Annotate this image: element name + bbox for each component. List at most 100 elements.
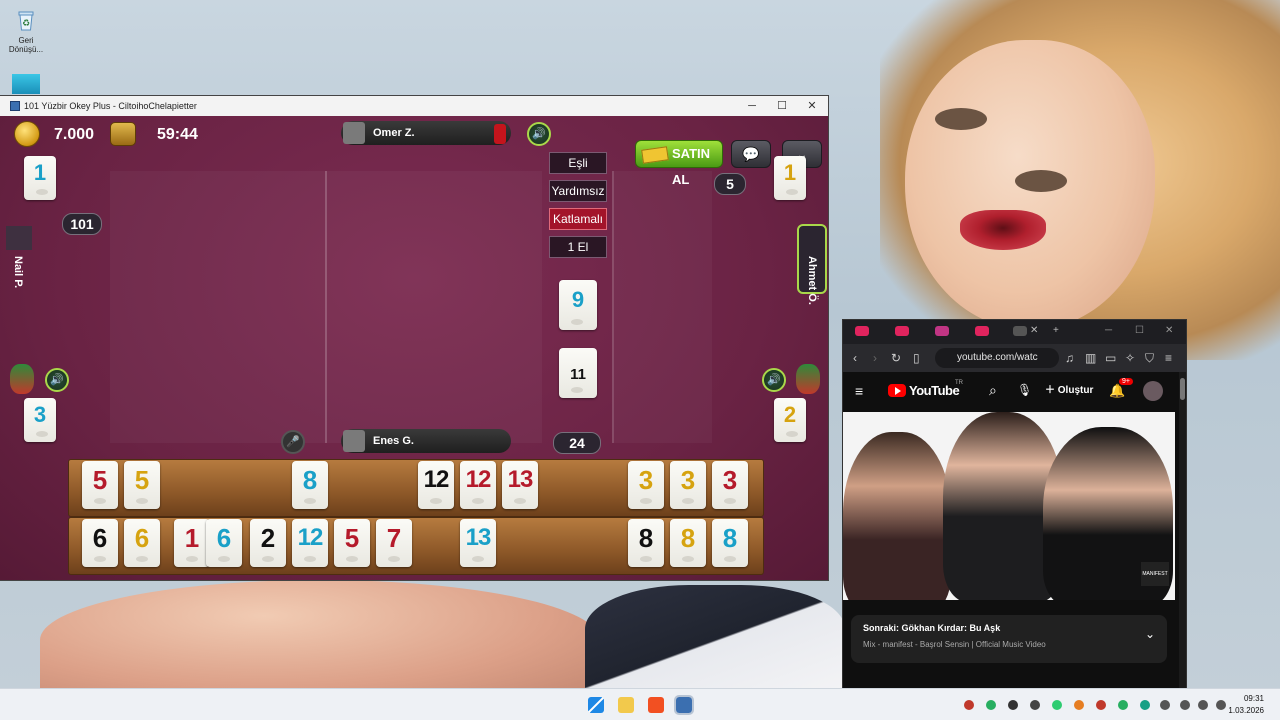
recycle-bin-icon: ♻ [12,6,40,34]
back-icon[interactable]: ‹ [853,351,857,365]
tab-youtube[interactable] [975,326,989,336]
new-tab-icon[interactable]: + [1053,325,1059,336]
scrollbar[interactable] [1179,372,1186,688]
tray-icon[interactable] [1074,700,1084,710]
scrollbar-thumb[interactable] [1180,378,1185,400]
rack-tile[interactable]: 6 [206,519,242,567]
close-icon[interactable]: ✕ [1165,325,1173,336]
tray-icon[interactable] [964,700,974,710]
game-titlebar[interactable]: 101 Yüzbir Okey Plus - CiltoihoChelapiet… [0,96,828,116]
tray-icon[interactable] [1118,700,1128,710]
tray-icon[interactable] [1052,700,1062,710]
network-icon[interactable] [1180,700,1190,710]
rack-tile[interactable]: 12 [292,519,328,567]
forward-icon[interactable]: › [873,351,877,365]
youtube-wordmark[interactable]: YouTube [909,383,960,398]
tab-youtube[interactable] [855,326,869,336]
sound-toggle-right[interactable]: 🔊 [762,368,786,392]
desktop-icon-recycle-bin[interactable]: ♻ Geri Dönüşü... [6,6,46,54]
tray-icon[interactable] [1140,700,1150,710]
rack-tile[interactable]: 8 [670,519,706,567]
rack-tile[interactable]: 3 [628,461,664,509]
player-top[interactable]: Omer Z. [341,121,511,145]
menu-icon[interactable]: ≡ [1165,351,1172,365]
search-icon[interactable]: ⌕ [989,382,997,399]
reload-icon[interactable]: ↻ [891,351,901,365]
rack-tile[interactable]: 5 [334,519,370,567]
rack-tile[interactable]: 3 [712,461,748,509]
volume-icon[interactable] [1198,700,1208,710]
file-explorer-icon[interactable] [618,697,634,713]
address-bar[interactable]: youtube.com/watc [935,348,1059,368]
tab-active[interactable] [1013,326,1027,336]
tray-icon[interactable] [1030,700,1040,710]
sidebar-icon[interactable]: ▥ [1085,351,1096,365]
avatar[interactable] [1143,381,1163,401]
rack-tile[interactable]: 1 [174,519,210,567]
battery-icon[interactable] [1216,700,1226,710]
up-next-card[interactable]: Sonraki: Gökhan Kırdar: Bu Aşk Mix - man… [851,615,1167,663]
coins-icon [14,121,40,147]
music-icon[interactable]: ♫ [1065,351,1074,365]
close-button[interactable]: ✕ [804,99,820,113]
rack-tile[interactable]: 5 [124,461,160,509]
bell-icon[interactable]: 🔔 [1109,383,1125,399]
microphone-icon[interactable] [1160,700,1170,710]
rack-tile[interactable]: 6 [82,519,118,567]
maximize-button[interactable]: ☐ [774,99,790,113]
indicator-tile-top-left: 1 [24,156,56,200]
mode-yardimsiz: Yardımsız [549,180,607,202]
sound-toggle-left[interactable]: 🔊 [45,368,69,392]
microphone-icon[interactable]: 🎙 [1017,383,1032,397]
minimize-icon[interactable]: ─ [1105,325,1112,336]
rack-tile[interactable]: 3 [670,461,706,509]
buy-button[interactable]: SATIN AL [635,140,723,187]
bookmark-icon[interactable]: ▯ [913,351,920,365]
tray-icon[interactable] [1008,700,1018,710]
player-bottom[interactable]: Enes G. [341,429,511,453]
game-taskbar-icon[interactable] [674,695,694,715]
shield-icon[interactable]: ⛉ [1145,351,1154,365]
rack-tile[interactable]: 13 [502,461,538,509]
gold-bar-icon [641,146,669,164]
chat-bubble-icon: 💬 [742,146,760,162]
sound-toggle-top[interactable]: 🔊 [527,122,551,146]
extension-icon[interactable]: ✧ [1125,351,1135,365]
rack-tile[interactable]: 5 [82,461,118,509]
rack-tile[interactable]: 8 [292,461,328,509]
rack-tile[interactable]: 6 [124,519,160,567]
brave-browser-icon[interactable] [648,697,664,713]
clock[interactable]: 09:31 1.03.2026 [1228,693,1264,717]
chevron-down-icon[interactable]: ⌄ [1145,627,1155,641]
player-left-name: Nail P. [12,256,24,289]
player-top-name: Omer Z. [373,127,415,139]
chat-button[interactable]: 💬 [731,140,771,168]
rack-tile[interactable]: 7 [376,519,412,567]
tray-icon[interactable] [1096,700,1106,710]
minimize-button[interactable]: ─ [744,99,760,113]
create-button[interactable]: ＋ Oluştur [1039,380,1099,402]
tray-icon[interactable] [986,700,996,710]
youtube-logo-icon[interactable] [888,384,906,397]
rack-tile[interactable]: 2 [250,519,286,567]
video-player[interactable]: MANIFEST [843,412,1175,600]
rack-tile[interactable]: 12 [418,461,454,509]
mic-button[interactable]: 🎤 [281,430,305,454]
wallpaper-eye [1015,170,1067,192]
hamburger-icon[interactable]: ≡ [855,383,863,399]
tab-youtube[interactable] [895,326,909,336]
treasure-chest-icon[interactable] [110,122,136,146]
rack-tile[interactable]: 13 [460,519,496,567]
discard-area-left [110,171,327,443]
create-label: Oluştur [1057,385,1094,396]
desktop-icon-shortcut[interactable] [6,74,46,96]
deck-tile[interactable]: 11 [559,348,597,398]
rack-tile[interactable]: 8 [628,519,664,567]
wallet-icon[interactable]: ▭ [1105,351,1116,365]
close-tab-icon[interactable]: ✕ [1030,325,1038,336]
rack-tile[interactable]: 12 [460,461,496,509]
maximize-icon[interactable]: ☐ [1135,325,1144,336]
tab-instagram[interactable] [935,326,949,336]
start-button-icon[interactable] [588,697,604,713]
rack-tile[interactable]: 8 [712,519,748,567]
